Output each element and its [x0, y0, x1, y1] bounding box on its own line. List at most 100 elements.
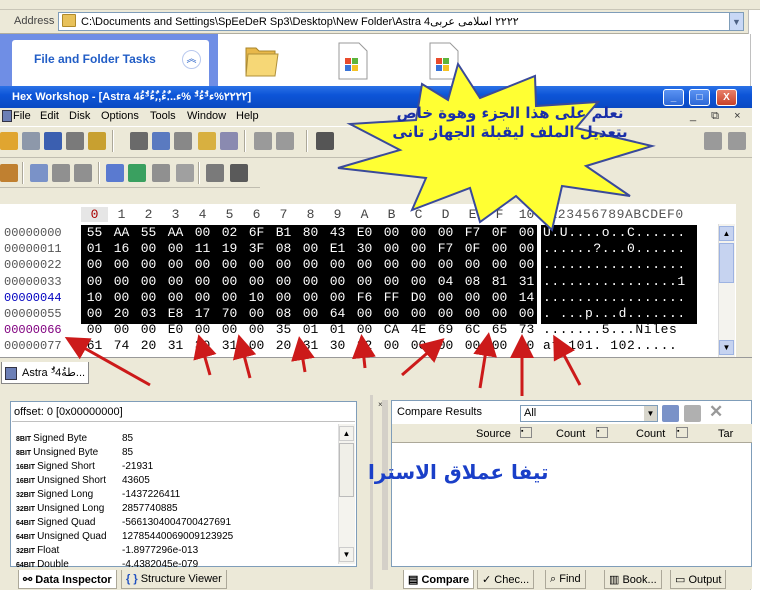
inspector-type[interactable]: 16BIT Unsigned Short	[16, 475, 106, 486]
hex-byte[interactable]: 31	[297, 338, 324, 353]
hex-byte[interactable]: FF	[378, 290, 405, 305]
hex-byte[interactable]: 20	[135, 338, 162, 353]
tab-data-inspector[interactable]: ⚯ Data Inspector	[18, 570, 117, 589]
ascii-row[interactable]: ................1	[543, 274, 686, 289]
encode-icon[interactable]	[152, 164, 170, 182]
hex-byte[interactable]: 00	[459, 338, 486, 353]
settings-icon[interactable]	[206, 164, 224, 182]
hex-byte[interactable]: 01	[297, 322, 324, 337]
refresh-icon[interactable]	[684, 405, 701, 422]
hex-byte[interactable]: 00	[135, 290, 162, 305]
hex-byte[interactable]: 00	[486, 241, 513, 256]
chevron-down-icon[interactable]: ▼	[644, 406, 657, 421]
sort-icon[interactable]: ▪	[596, 427, 608, 438]
hex-byte[interactable]: D0	[405, 290, 432, 305]
tab-bookmarks[interactable]: ▥ Book...	[604, 570, 662, 589]
hex-byte[interactable]: CA	[378, 322, 405, 337]
calculator-icon[interactable]	[230, 164, 248, 182]
hex-byte[interactable]: E8	[162, 306, 189, 321]
inspector-value[interactable]: 12785440069009123925	[122, 531, 233, 542]
hex-row[interactable]: 01 16 00 00 11 19 3F 08 00 E1 30 00 00 F7 0F 00 00	[81, 241, 540, 256]
hex-byte[interactable]: 19	[216, 241, 243, 256]
menu-file[interactable]: File	[13, 110, 31, 122]
hex-byte[interactable]: 65	[486, 322, 513, 337]
hex-byte[interactable]: 14	[513, 290, 540, 305]
shift-right-icon[interactable]	[74, 164, 92, 182]
hex-byte[interactable]: 00	[189, 290, 216, 305]
hex-byte[interactable]: 00	[81, 274, 108, 289]
hex-byte[interactable]: 00	[243, 257, 270, 272]
hex-byte[interactable]: 30	[351, 241, 378, 256]
hex-byte[interactable]: 00	[243, 322, 270, 337]
hex-byte[interactable]: 6C	[459, 322, 486, 337]
open-icon[interactable]	[0, 132, 18, 150]
tab-output[interactable]: ▭ Output	[670, 570, 727, 589]
hex-byte[interactable]: 04	[432, 274, 459, 289]
inspector-type[interactable]: 64BIT Signed Quad	[16, 517, 95, 528]
mdi-controls[interactable]: _ ⧉ ×	[690, 110, 747, 123]
hex-offset[interactable]: 00000066	[4, 323, 62, 337]
hex-byte[interactable]: 00	[108, 290, 135, 305]
menu-disk[interactable]: Disk	[69, 110, 90, 122]
hex-byte[interactable]: 00	[162, 274, 189, 289]
hex-byte[interactable]: 00	[243, 306, 270, 321]
hex-byte[interactable]: 00	[108, 274, 135, 289]
tasks-title[interactable]: File and Folder Tasks	[34, 52, 156, 66]
ascii-row[interactable]: .......5...Niles	[543, 322, 677, 337]
hex-byte[interactable]: 00	[378, 338, 405, 353]
hex-byte[interactable]: 00	[189, 225, 216, 240]
close-icon[interactable]: ✕	[709, 402, 723, 422]
hex-byte[interactable]: 00	[378, 306, 405, 321]
hex-offset[interactable]: 00000055	[4, 307, 62, 321]
hex-byte[interactable]: 3F	[243, 241, 270, 256]
hex-byte[interactable]: 00	[378, 241, 405, 256]
hex-byte[interactable]: 20	[270, 338, 297, 353]
hex-byte[interactable]: 01	[324, 322, 351, 337]
hex-byte[interactable]: 00	[216, 322, 243, 337]
inspector-type[interactable]: 8BIT Signed Byte	[16, 433, 87, 444]
hex-byte[interactable]: 00	[432, 306, 459, 321]
ascii-row[interactable]: ......?...0......	[543, 241, 686, 256]
inspector-type[interactable]: 64BIT Unsigned Quad	[16, 531, 107, 542]
scroll-up-icon[interactable]: ▲	[719, 226, 734, 241]
hex-byte[interactable]: 00	[486, 290, 513, 305]
hex-byte[interactable]: 0F	[459, 241, 486, 256]
hex-byte[interactable]: 00	[405, 338, 432, 353]
hex-byte[interactable]: 00	[81, 322, 108, 337]
address-input[interactable]: C:\Documents and Settings\SpEeDeR Sp3\De…	[58, 12, 730, 31]
hex-byte[interactable]: 00	[216, 290, 243, 305]
inspector-type[interactable]: 32BIT Float	[16, 545, 59, 556]
hex-byte[interactable]: 35	[270, 322, 297, 337]
hex-row[interactable]: 00 00 00 00 00 00 00 00 00 00 00 00 00 00 00 00 00	[81, 257, 540, 272]
hex-offset[interactable]: 00000044	[4, 291, 62, 305]
tab-compare[interactable]: ▤ Compare	[403, 570, 475, 589]
hex-byte[interactable]: 00	[297, 257, 324, 272]
hex-byte[interactable]: 02	[216, 225, 243, 240]
tab-checksum[interactable]: ✓ Chec...	[477, 570, 535, 589]
hex-byte[interactable]: 00	[135, 257, 162, 272]
hex-byte[interactable]: 00	[81, 306, 108, 321]
hex-byte[interactable]: 00	[405, 274, 432, 289]
hex-byte[interactable]: 00	[486, 306, 513, 321]
hex-byte[interactable]: 00	[297, 290, 324, 305]
hex-byte[interactable]: 00	[378, 257, 405, 272]
hex-byte[interactable]: 00	[189, 274, 216, 289]
hex-byte[interactable]: 70	[216, 306, 243, 321]
hex-byte[interactable]: 20	[108, 306, 135, 321]
hex-byte[interactable]: 00	[486, 338, 513, 353]
hex-byte[interactable]: 00	[162, 290, 189, 305]
ascii-row[interactable]: .................	[543, 290, 686, 305]
hex-byte[interactable]: 11	[189, 241, 216, 256]
hex-byte[interactable]: 00	[513, 257, 540, 272]
close-button[interactable]: X	[716, 89, 737, 106]
hex-byte[interactable]: AA	[108, 225, 135, 240]
hex-byte[interactable]: 03	[135, 306, 162, 321]
hex-byte[interactable]: 01	[81, 241, 108, 256]
maximize-button[interactable]: □	[689, 89, 710, 106]
compare-icon[interactable]	[662, 405, 679, 422]
hex-byte[interactable]: 00	[351, 257, 378, 272]
hex-byte[interactable]: 08	[459, 274, 486, 289]
hex-byte[interactable]: 74	[108, 338, 135, 353]
hex-byte[interactable]: 00	[324, 274, 351, 289]
tab-structure-viewer[interactable]: { } Structure Viewer	[121, 570, 227, 589]
